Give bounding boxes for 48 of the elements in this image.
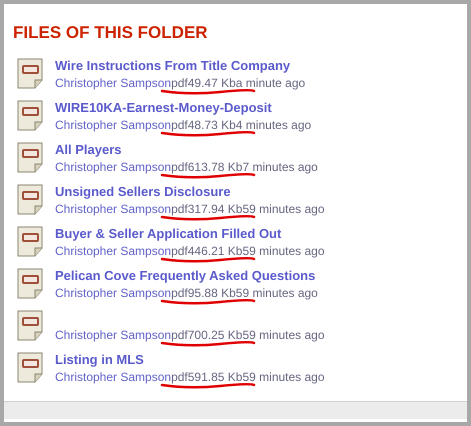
pdf-file-icon	[17, 58, 43, 88]
folder-heading: FILES OF THIS FOLDER	[12, 22, 209, 44]
file-author: Christopher Sampson	[55, 368, 172, 384]
file-type: pdf	[171, 158, 188, 174]
file-title-link[interactable]: Unsigned Sellers Disclosure	[55, 184, 231, 198]
pdf-file-icon	[17, 184, 43, 214]
file-type: pdf	[171, 326, 188, 342]
file-size: 446.21 Kb	[188, 242, 242, 258]
file-author: Christopher Sampson	[55, 284, 172, 300]
file-time: a minute ago	[236, 74, 306, 90]
file-size: 591.85 Kb	[188, 368, 242, 384]
file-size: 48.73 Kb	[188, 116, 236, 132]
file-time: 59 minutes ago	[236, 284, 318, 300]
file-time: 59 minutes ago	[242, 326, 325, 342]
file-author: Christopher Sampson	[55, 326, 172, 342]
file-title-link[interactable]: Pelican Cove Frequently Asked Questions	[55, 268, 316, 282]
file-type: pdf	[171, 368, 188, 384]
pdf-file-icon	[17, 142, 43, 172]
file-time: 59 minutes ago	[242, 368, 325, 384]
file-time: 7 minutes ago	[242, 158, 318, 174]
file-title-link[interactable]: All Players	[55, 142, 122, 156]
file-type: pdf	[171, 200, 188, 216]
pdf-file-icon	[17, 352, 43, 382]
file-time: 4 minutes ago	[236, 116, 312, 132]
file-size: 95.88 Kb	[188, 284, 236, 300]
pdf-file-icon	[17, 100, 43, 130]
pdf-file-icon	[17, 268, 43, 298]
file-title-link[interactable]: Buyer & Seller Application Filled Out	[55, 226, 282, 240]
pdf-file-icon	[17, 310, 43, 340]
file-time: 59 minutes ago	[242, 242, 325, 258]
file-size: 700.25 Kb	[188, 326, 242, 342]
file-size: 49.47 Kb	[188, 74, 236, 90]
file-author: Christopher Sampson	[55, 158, 172, 174]
file-type: pdf	[171, 74, 188, 90]
file-author: Christopher Sampson	[55, 242, 172, 258]
file-author: Christopher Sampson	[55, 200, 172, 216]
file-type: pdf	[171, 284, 188, 300]
file-author: Christopher Sampson	[55, 74, 172, 90]
pdf-file-icon	[17, 226, 43, 256]
file-size: 613.78 Kb	[188, 158, 242, 174]
file-size: 317.94 Kb	[188, 200, 242, 216]
file-title-link[interactable]: Listing in MLS	[55, 352, 144, 366]
file-type: pdf	[171, 116, 188, 132]
file-author: Christopher Sampson	[55, 116, 172, 132]
file-time: 59 minutes ago	[242, 200, 325, 216]
file-title-link[interactable]: WIRE10KA-Earnest-Money-Deposit	[55, 100, 272, 114]
file-title-link[interactable]: Wire Instructions From Title Company	[55, 58, 290, 72]
file-type: pdf	[171, 242, 188, 258]
